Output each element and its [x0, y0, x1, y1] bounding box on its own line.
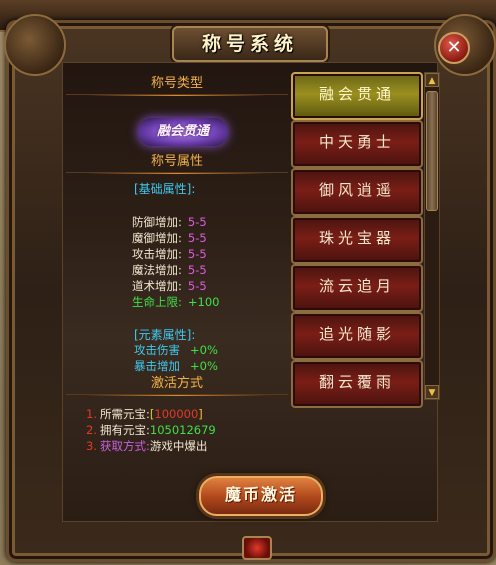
title-button-zhuiguangsuiying[interactable]: 追光随影 [291, 312, 423, 360]
title-badge: 融会贯通 [138, 118, 228, 146]
close-button[interactable]: ✕ [438, 32, 470, 64]
hp-attr-row: 生命上限: +100 [132, 295, 220, 309]
basic-attr-label: [基础属性]: [134, 182, 196, 196]
bottom-gem-ornament [242, 536, 272, 560]
element-attr-row: 攻击伤害 +0% [134, 343, 218, 357]
element-attr-row: 暴击增加 +0% [134, 359, 218, 373]
title-attr-header: 称号属性 [66, 152, 288, 174]
attr-row: 攻击增加: 5-5 [132, 247, 207, 261]
title-list-scrollbar[interactable]: ▲ ▼ [424, 72, 440, 400]
attr-row: 道术增加: 5-5 [132, 279, 207, 293]
title-button-zhongtianyongshi[interactable]: 中天勇士 [291, 120, 423, 168]
attr-row: 防御增加: 5-5 [132, 215, 207, 229]
title-button-fanyunfuyu[interactable]: 翻云覆雨 [291, 360, 423, 408]
scroll-down-icon[interactable]: ▼ [425, 385, 439, 399]
title-button-zhuguangbaoqi[interactable]: 珠光宝器 [291, 216, 423, 264]
title-type-header: 称号类型 [66, 74, 288, 96]
activation-header: 激活方式 [66, 374, 288, 396]
title-button-liuyunzhuiyue[interactable]: 流云追月 [291, 264, 423, 312]
element-attr-label: [元素属性]: [134, 328, 196, 342]
requirement-row: 1. 所需元宝:[100000] [86, 407, 203, 421]
scroll-up-icon[interactable]: ▲ [425, 73, 439, 87]
title-details-panel: 称号类型 融会贯通 称号属性 [基础属性]: 防御增加: 5-5 魔御增加: 5-5… [66, 68, 288, 528]
activate-with-coins-button[interactable]: 魔币激活 [199, 476, 323, 516]
title-list: 融会贯通 中天勇士 御风逍遥 珠光宝器 流云追月 追光随影 翻云覆雨 [291, 68, 423, 408]
game-screen: 称号系统 ✕ 称号类型 融会贯通 称号属性 [基础属性]: 防御增加: 5-5 魔… [0, 0, 496, 565]
window-title: 称号系统 [172, 26, 328, 62]
requirement-row: 3. 获取方式:游戏中爆出 [86, 439, 208, 453]
requirement-row: 2. 拥有元宝:105012679 [86, 423, 216, 437]
attr-row: 魔御增加: 5-5 [132, 231, 207, 245]
scroll-thumb[interactable] [426, 91, 438, 211]
title-button-ronghuiguantong[interactable]: 融会贯通 [291, 72, 423, 120]
corner-ornament-tl [4, 14, 66, 76]
attr-row: 魔法增加: 5-5 [132, 263, 207, 277]
title-button-yufengxiaoyao[interactable]: 御风逍遥 [291, 168, 423, 216]
